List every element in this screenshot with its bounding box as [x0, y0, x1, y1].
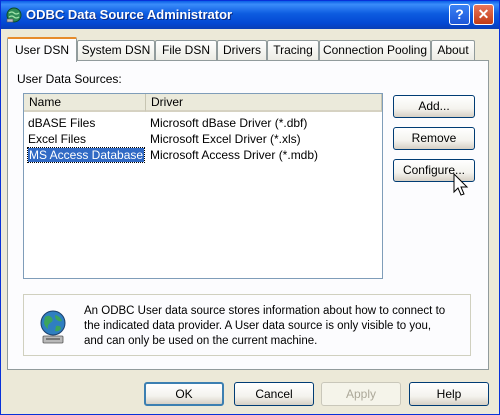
dsn-name: dBASE Files — [28, 116, 96, 130]
column-header-driver[interactable]: Driver — [146, 94, 382, 112]
dsn-name: Excel Files — [28, 132, 87, 146]
info-line: the indicated data provider. A User data… — [84, 320, 432, 332]
list-item[interactable]: Excel Files Microsoft Excel Driver (*.xl… — [24, 131, 382, 147]
odbc-window: ODBC Data Source Administrator ? ✕ User … — [0, 0, 500, 415]
odbc-globe-icon — [6, 7, 22, 23]
tab-file-dsn[interactable]: File DSN — [155, 40, 217, 60]
dsn-driver: Microsoft Excel Driver (*.xls) — [150, 132, 301, 146]
tab-about[interactable]: About — [431, 40, 475, 60]
tab-drivers[interactable]: Drivers — [217, 40, 267, 60]
info-line: and can only be used on the current mach… — [84, 335, 318, 347]
mouse-pointer-icon — [453, 173, 469, 196]
user-data-sources-label: User Data Sources: — [17, 72, 122, 86]
dsn-name: MS Access Database — [26, 147, 146, 163]
tab-user-dsn[interactable]: User DSN — [7, 37, 77, 62]
info-text: An ODBC User data source stores informat… — [84, 304, 464, 349]
tab-connection-pooling[interactable]: Connection Pooling — [319, 40, 431, 60]
list-item[interactable]: dBASE Files Microsoft dBase Driver (*.db… — [24, 115, 382, 131]
title-bar[interactable]: ODBC Data Source Administrator ? ✕ — [1, 1, 499, 29]
data-source-list[interactable]: Name Driver dBASE Files Microsoft dBase … — [23, 93, 383, 279]
tab-tracing[interactable]: Tracing — [267, 40, 319, 60]
help-title-button[interactable]: ? — [449, 4, 470, 25]
apply-button: Apply — [321, 382, 401, 406]
info-line: An ODBC User data source stores informat… — [84, 305, 446, 317]
window-title: ODBC Data Source Administrator — [26, 7, 233, 22]
close-button[interactable]: ✕ — [473, 4, 494, 25]
ok-button[interactable]: OK — [144, 382, 224, 406]
globe-info-icon — [40, 310, 66, 344]
column-header-name[interactable]: Name — [24, 94, 146, 112]
help-button[interactable]: Help — [409, 382, 489, 406]
tab-system-dsn[interactable]: System DSN — [77, 40, 155, 60]
remove-button[interactable]: Remove — [393, 127, 475, 150]
cancel-button[interactable]: Cancel — [234, 382, 314, 406]
add-button[interactable]: Add... — [393, 95, 475, 118]
dsn-driver: Microsoft Access Driver (*.mdb) — [150, 148, 319, 162]
dsn-driver: Microsoft dBase Driver (*.dbf) — [150, 116, 308, 130]
list-item-selected[interactable]: MS Access Database Microsoft Access Driv… — [24, 147, 382, 163]
